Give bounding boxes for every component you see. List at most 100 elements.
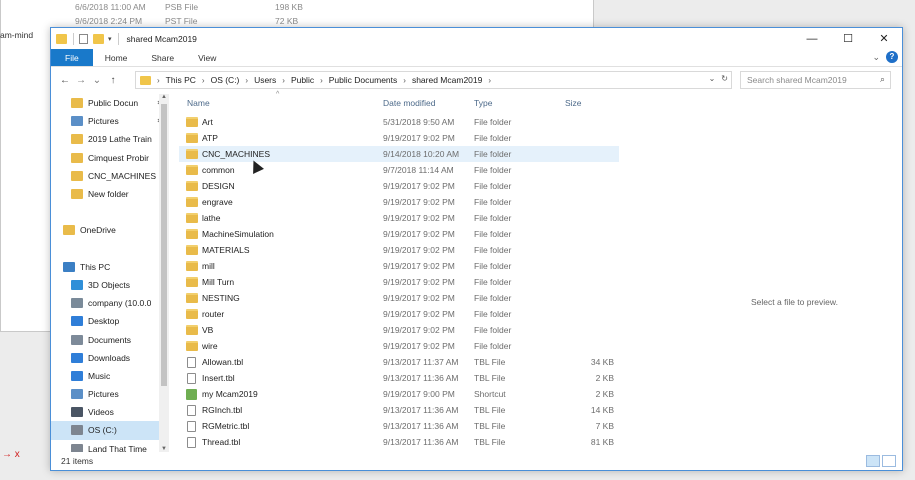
file-date: 9/19/2017 9:00 PM	[383, 389, 455, 399]
help-icon[interactable]: ?	[886, 51, 898, 63]
navigation-pane-scrollbar[interactable]: ▲ ▼	[159, 94, 169, 452]
sidebar-item-label: CNC_MACHINES	[88, 170, 157, 181]
sidebar-item[interactable]: Public Docun✱	[51, 94, 169, 112]
documents-icon	[71, 334, 83, 345]
table-row[interactable]: MachineSimulation 9/19/2017 9:02 PM File f…	[179, 226, 619, 242]
background-x-marker: → x	[2, 449, 20, 460]
file-size: 2 KB	[595, 373, 614, 383]
desktop-icon	[71, 316, 83, 327]
search-box[interactable]: ⌕	[740, 71, 891, 89]
breadcrumb-shared-mcam2019[interactable]: shared Mcam2019	[412, 75, 482, 85]
sidebar-item[interactable]: Cimquest Probir	[51, 149, 169, 167]
folder-icon	[186, 309, 198, 319]
sidebar-item[interactable]: 3D Objects	[51, 276, 169, 294]
chevron-right-icon[interactable]: ›	[202, 76, 205, 85]
table-row[interactable]: ATP 9/19/2017 9:02 PM File folder	[179, 130, 619, 146]
table-row[interactable]: lathe 9/19/2017 9:02 PM File folder	[179, 210, 619, 226]
breadcrumb-os-c[interactable]: OS (C:)	[211, 75, 240, 85]
tab-home[interactable]: Home	[93, 49, 140, 66]
table-row[interactable]: common 9/7/2018 11:14 AM File folder	[179, 162, 619, 178]
sidebar-item[interactable]: Pictures	[51, 385, 169, 403]
table-row[interactable]: VB 9/19/2017 9:02 PM File folder	[179, 322, 619, 338]
breadcrumb-public[interactable]: Public	[291, 75, 314, 85]
quick-access-dropdown-icon[interactable]: ▾	[108, 35, 112, 43]
close-button[interactable]: ✕	[866, 28, 902, 49]
table-row[interactable]: wire 9/19/2017 9:02 PM File folder	[179, 338, 619, 354]
sidebar-item-label: Cimquest Probir	[88, 152, 149, 163]
scrollbar-thumb[interactable]	[161, 104, 167, 386]
sidebar-item[interactable]: company (10.0.0	[51, 294, 169, 312]
table-row[interactable]: Art 5/31/2018 9:50 AM File folder	[179, 114, 619, 130]
column-header-size[interactable]: Size	[565, 98, 582, 108]
chevron-right-icon[interactable]: ›	[320, 76, 323, 85]
tab-view[interactable]: View	[186, 49, 228, 66]
sidebar-item[interactable]: OneDrive	[51, 221, 169, 239]
forward-arrow-icon[interactable]: →	[73, 75, 89, 86]
title-bar[interactable]: ▾ shared Mcam2019 — ☐ ✕	[51, 28, 902, 49]
sidebar-item[interactable]: Videos	[51, 403, 169, 421]
sidebar-item[interactable]: Pictures✱	[51, 112, 169, 130]
search-icon[interactable]: ⌕	[880, 74, 885, 85]
scroll-up-icon[interactable]: ▲	[159, 94, 169, 100]
table-row[interactable]: DESIGN 9/19/2017 9:02 PM File folder	[179, 178, 619, 194]
minimize-button[interactable]: —	[794, 28, 830, 49]
details-view-icon[interactable]	[866, 455, 880, 467]
sidebar-item[interactable]: Downloads	[51, 349, 169, 367]
breadcrumb-public-documents[interactable]: Public Documents	[329, 75, 398, 85]
sidebar-item[interactable]: CNC_MACHINES	[51, 167, 169, 185]
table-row[interactable]: Allowan.tbl 9/13/2017 11:37 AM TBL File 34 …	[179, 354, 619, 370]
file-size: 7 KB	[595, 421, 614, 431]
new-folder-icon[interactable]	[93, 33, 104, 44]
sidebar-item-label: 2019 Lathe Train	[88, 134, 152, 145]
table-row[interactable]: MATERIALS 9/19/2017 9:02 PM File folder	[179, 242, 619, 258]
chevron-down-icon[interactable]: ⌄	[709, 74, 716, 83]
table-row[interactable]: NESTING 9/19/2017 9:02 PM File folder	[179, 290, 619, 306]
chevron-right-icon[interactable]: ›	[157, 76, 160, 85]
expand-ribbon-icon[interactable]: ⌄	[872, 52, 880, 63]
column-header-type[interactable]: Type	[474, 98, 492, 108]
chevron-right-icon[interactable]: ›	[488, 76, 491, 85]
table-row[interactable]: CNC_MACHINES 9/14/2018 10:20 AM File folde…	[179, 146, 619, 162]
refresh-icon[interactable]: ↻	[721, 74, 728, 83]
file-date: 9/19/2017 9:02 PM	[383, 341, 455, 351]
sidebar-item[interactable]: 2019 Lathe Train	[51, 130, 169, 148]
sidebar-item[interactable]: OS (C:)	[51, 421, 169, 440]
column-header-name[interactable]: Name	[187, 98, 210, 108]
recent-locations-icon[interactable]: ⌄	[89, 75, 105, 86]
sidebar-item[interactable]: New folder	[51, 185, 169, 203]
folder-icon	[186, 261, 198, 271]
back-arrow-icon[interactable]: ←	[57, 75, 73, 86]
sidebar-item[interactable]: Land That Time	[51, 440, 169, 452]
search-input[interactable]	[747, 75, 872, 85]
folder-icon	[71, 98, 83, 109]
address-bar[interactable]: › This PC › OS (C:) › Users › Public › P…	[135, 71, 732, 89]
up-arrow-icon[interactable]: ↑	[105, 75, 121, 86]
large-icons-view-icon[interactable]	[882, 455, 896, 467]
sidebar-item	[51, 240, 169, 258]
table-row[interactable]: mill 9/19/2017 9:02 PM File folder	[179, 258, 619, 274]
sidebar-item[interactable]: Music	[51, 367, 169, 385]
file-type: Shortcut	[474, 389, 506, 399]
column-header-date-modified[interactable]: Date modified	[383, 98, 435, 108]
table-row[interactable]: router 9/19/2017 9:02 PM File folder	[179, 306, 619, 322]
maximize-button[interactable]: ☐	[830, 28, 866, 49]
table-row[interactable]: my Mcam2019 9/19/2017 9:00 PM Shortcut 2 KB	[179, 386, 619, 402]
file-type: TBL File	[474, 373, 506, 383]
breadcrumb-users[interactable]: Users	[254, 75, 276, 85]
sidebar-item[interactable]: Documents	[51, 330, 169, 348]
table-row[interactable]: Insert.tbl 9/13/2017 11:36 AM TBL File 2 KB	[179, 370, 619, 386]
table-row[interactable]: RGMetric.tbl 9/13/2017 11:36 AM TBL File 7 …	[179, 418, 619, 434]
properties-icon[interactable]	[79, 33, 88, 44]
table-row[interactable]: engrave 9/19/2017 9:02 PM File folder	[179, 194, 619, 210]
table-row[interactable]: Mill Turn 9/19/2017 9:02 PM File folder	[179, 274, 619, 290]
breadcrumb-this-pc[interactable]: This PC	[166, 75, 196, 85]
table-row[interactable]: RGInch.tbl 9/13/2017 11:36 AM TBL File 14 K…	[179, 402, 619, 418]
tab-file[interactable]: File	[51, 49, 93, 66]
tab-share[interactable]: Share	[139, 49, 186, 66]
sidebar-item[interactable]: Desktop	[51, 312, 169, 330]
chevron-right-icon[interactable]: ›	[282, 76, 285, 85]
chevron-right-icon[interactable]: ›	[245, 76, 248, 85]
table-row[interactable]: Thread.tbl 9/13/2017 11:36 AM TBL File 81 K…	[179, 434, 619, 450]
sidebar-item[interactable]: This PC	[51, 258, 169, 276]
chevron-right-icon[interactable]: ›	[403, 76, 406, 85]
